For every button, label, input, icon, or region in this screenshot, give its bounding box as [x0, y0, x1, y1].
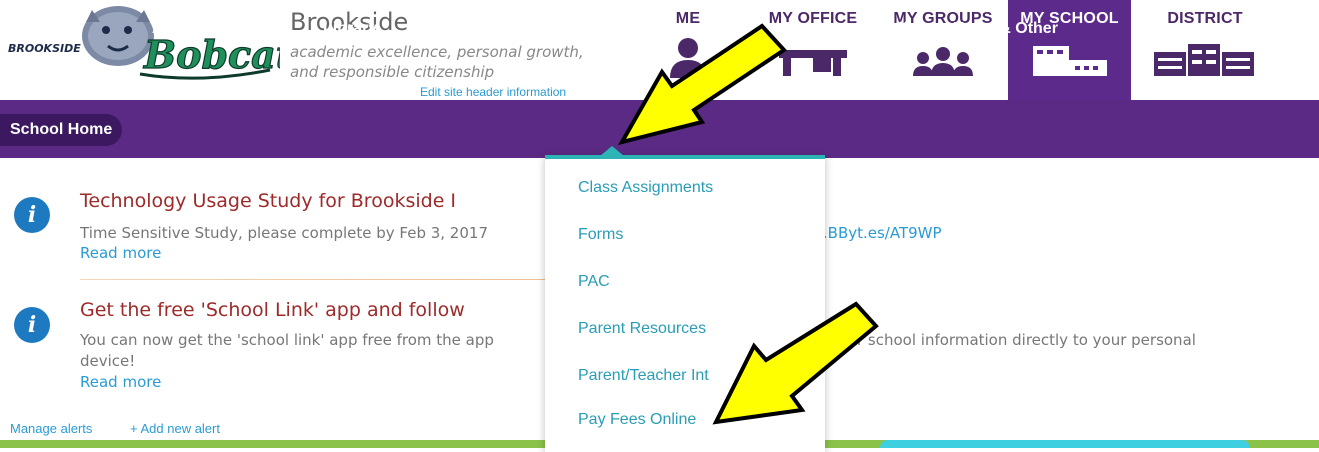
- alert-body: You can now get the 'school link' app fr…: [80, 331, 494, 349]
- menu-item-forms[interactable]: Forms: [578, 226, 623, 244]
- read-more-link[interactable]: Read more: [80, 373, 161, 391]
- nav-extra-curricular[interactable]: Extra-curricular: [413, 0, 532, 58]
- nav-teachers-staff[interactable]: Teachers & Staff: [783, 0, 908, 58]
- alert-body-tail: r school information directly to your pe…: [857, 331, 1196, 349]
- district-icon: [1154, 44, 1254, 76]
- annotation-arrow-pay-fees: [712, 301, 879, 425]
- level-tab-label: DISTRICT: [1167, 10, 1243, 27]
- alert-title[interactable]: Get the free 'School Link' app and follo…: [80, 299, 465, 321]
- menu-item-pay-fees-online[interactable]: Pay Fees Online: [578, 411, 696, 429]
- alert-title[interactable]: Technology Usage Study for Brookside I: [80, 190, 456, 212]
- alert-body: Time Sensitive Study, please complete by…: [80, 224, 488, 242]
- alert-body-line2: device!: [80, 352, 136, 370]
- teal-pill-button[interactable]: [880, 440, 1250, 448]
- level-tab-district[interactable]: DISTRICT: [1140, 0, 1270, 100]
- nav-about-the-school[interactable]: About the School: [152, 0, 284, 58]
- menu-item-class-assignments[interactable]: Class Assignments: [578, 179, 713, 197]
- read-more-link[interactable]: Read more: [80, 244, 161, 262]
- nav-school-home[interactable]: School Home: [0, 114, 123, 146]
- menu-item-pac[interactable]: PAC: [578, 273, 610, 291]
- info-icon: i: [14, 197, 50, 233]
- manage-alerts-link[interactable]: Manage alerts: [10, 421, 92, 436]
- menu-item-parent-resources[interactable]: Parent Resources: [578, 320, 706, 338]
- info-icon: i: [14, 307, 50, 343]
- add-new-alert-link[interactable]: + Add new alert: [130, 421, 220, 436]
- edit-header-link[interactable]: Edit site header information: [420, 85, 566, 99]
- svg-text:BROOKSIDE: BROOKSIDE: [8, 42, 81, 55]
- annotation-arrow-parents: [617, 23, 788, 146]
- nav-news-other[interactable]: News & Other: [953, 0, 1058, 58]
- alert-link[interactable]: w.BByt.es/AT9WP: [812, 224, 942, 242]
- menu-item-parent-teacher-interviews[interactable]: Parent/Teacher Int: [578, 367, 709, 385]
- nav-library[interactable]: Library: [323, 0, 377, 58]
